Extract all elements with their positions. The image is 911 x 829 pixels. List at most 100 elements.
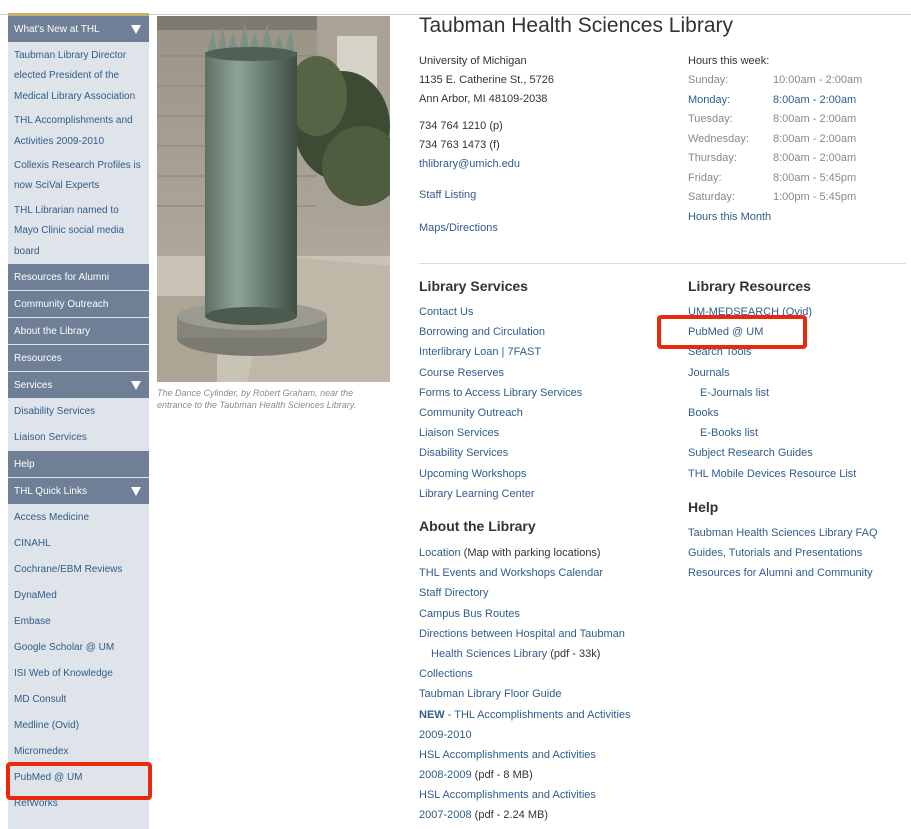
directions-link[interactable]: Directions between Hospital and Taubman [419,624,631,644]
quick-link[interactable]: Embase [8,609,149,635]
hours-time: 8:00am - 2:00am [773,93,857,106]
triangle-down-icon[interactable] [131,381,141,391]
research-guides-link[interactable]: Subject Research Guides [688,443,856,463]
news-link[interactable]: Taubman Library Director [8,46,149,66]
quick-link[interactable]: Access Medicine [8,505,149,531]
about-row: 2007-2008 (pdf - 2.24 MB) [419,805,631,825]
hours-heading: Hours this week: [688,55,770,67]
quick-link[interactable]: Cochrane/EBM Reviews [8,557,149,583]
dance-cylinder-image [157,16,390,382]
about-library-list: Location (Map with parking locations) TH… [419,543,631,826]
quick-link[interactable]: CINAHL [8,531,149,557]
triangle-down-icon[interactable] [131,25,141,34]
news-link[interactable]: Mayo Clinic social media [8,221,149,241]
quick-link[interactable]: DynaMed [8,583,149,609]
sidebar-heading-quick-links[interactable]: THL Quick Links [8,478,149,506]
staff-listing-link[interactable]: Staff Listing [419,186,554,205]
hsl-year-link[interactable]: 2007-2008 [419,809,472,821]
collections-link[interactable]: Collections [419,664,631,684]
help-heading: Help [688,499,719,515]
sidebar-heading-label: About the Library [14,326,91,338]
hsl-accomplishments-link[interactable]: HSL Accomplishments and Activities [419,785,631,805]
service-link[interactable]: Forms to Access Library Services [419,383,582,403]
news-link[interactable]: THL Accomplishments and [8,111,149,131]
contact-org: University of Michigan [419,55,527,67]
contact-city: Ann Arbor, MI 48109-2038 [419,93,548,105]
hours-row: Saturday: 1:00pm - 5:45pm [688,188,898,208]
sidebar-item-about-library[interactable]: About the Library [8,318,149,346]
sidebar-item-help[interactable]: Help [8,451,149,479]
about-row: Location (Map with parking locations) [419,543,631,563]
sidebar-heading-label: THL Quick Links [14,486,87,498]
ejournals-link[interactable]: E-Journals list [688,383,856,403]
service-link[interactable]: Library Learning Center [419,484,582,504]
thl-accomplishments-year-link[interactable]: 2009-2010 [419,725,631,745]
sidebar-heading-whats-new[interactable]: What's New at THL [8,16,149,43]
hours-day: Monday: [688,93,731,106]
hours-day: Sunday: [688,74,729,86]
news-link[interactable]: now SciVal Experts [8,176,149,196]
news-link[interactable]: Collexis Research Profiles is [8,156,149,176]
faq-link[interactable]: Taubman Health Sciences Library FAQ [688,523,878,543]
ebooks-link[interactable]: E-Books list [688,423,856,443]
sidebar-item-liaison[interactable]: Liaison Services [8,425,149,451]
quick-link[interactable]: Medline (Ovid) [8,713,149,739]
library-resources-heading: Library Resources [688,278,811,294]
quick-link[interactable]: MD Consult [8,687,149,713]
location-link[interactable]: Location [419,547,461,559]
hours-time: 8:00am - 5:45pm [773,171,857,184]
staff-directory-link[interactable]: Staff Directory [419,583,631,603]
news-link[interactable]: Medical Library Association [8,87,149,107]
sidebar-heading-label: What's New at THL [14,24,100,35]
contact-email-link[interactable]: thlibrary@umich.edu [419,155,554,174]
guides-tutorials-link[interactable]: Guides, Tutorials and Presentations [688,543,878,563]
caption-line: entrance to the Taubman Health Sciences … [157,400,357,410]
sidebar-heading-label: Resources for Alumni [14,272,110,284]
hours-time: 1:00pm - 5:45pm [773,191,857,203]
journals-link[interactable]: Journals [688,363,856,383]
about-row: Health Sciences Library (pdf - 33k) [419,644,631,664]
service-link[interactable]: Community Outreach [419,403,582,423]
service-link[interactable]: Upcoming Workshops [419,464,582,484]
floor-guide-link[interactable]: Taubman Library Floor Guide [419,684,631,704]
directions-link[interactable]: Health Sciences Library [431,648,547,660]
news-link[interactable]: THL Librarian named to [8,201,149,221]
sidebar-heading-label: Resources [14,353,62,365]
hours-month-link[interactable]: Hours this Month [688,208,898,227]
service-link[interactable]: Contact Us [419,302,582,322]
service-link[interactable]: Disability Services [419,443,582,463]
maps-directions-link[interactable]: Maps/Directions [419,219,554,238]
service-link[interactable]: Interlibrary Loan | 7FAST [419,342,582,362]
sidebar-item-resources-alumni[interactable]: Resources for Alumni [8,264,149,292]
contact-fax: 734 763 1473 (f) [419,139,500,151]
hours-row: Wednesday: 8:00am - 2:00am [688,130,898,150]
photo-caption: The Dance Cylinder, by Robert Graham, ne… [157,387,397,411]
hsl-accomplishments-link[interactable]: HSL Accomplishments and Activities [419,745,631,765]
service-link[interactable]: Course Reserves [419,363,582,383]
thl-accomplishments-link[interactable]: - THL Accomplishments and Activities [445,709,631,721]
service-link[interactable]: Borrowing and Circulation [419,322,582,342]
quick-link[interactable]: Google Scholar @ UM [8,635,149,661]
hours-time: 10:00am - 2:00am [773,74,863,86]
events-calendar-link[interactable]: THL Events and Workshops Calendar [419,563,631,583]
hours-time: 8:00am - 2:00am [773,132,857,145]
hours-day: Saturday: [688,191,736,203]
highlight-box-pubmed-sidebar [6,762,152,800]
sidebar-item-community-outreach[interactable]: Community Outreach [8,291,149,319]
news-link[interactable]: board [8,242,149,262]
mobile-resources-link[interactable]: THL Mobile Devices Resource List [688,464,856,484]
news-link[interactable]: Activities 2009-2010 [8,132,149,152]
sidebar-heading-services[interactable]: Services [8,372,149,400]
alumni-resources-link[interactable]: Resources for Alumni and Community [688,563,878,583]
quick-link[interactable]: ISI Web of Knowledge [8,661,149,687]
sidebar-item-resources[interactable]: Resources [8,345,149,373]
hsl-year-link[interactable]: 2008-2009 [419,769,472,781]
books-link[interactable]: Books [688,403,856,423]
hours-block: Hours this week: Sunday: 10:00am - 2:00am… [688,52,898,227]
sidebar-item-disability[interactable]: Disability Services [8,399,149,425]
bus-routes-link[interactable]: Campus Bus Routes [419,604,631,624]
triangle-down-icon[interactable] [131,487,141,497]
news-link[interactable]: elected President of the [8,66,149,86]
sidebar: What's New at THL Taubman Library Direct… [8,16,149,829]
service-link[interactable]: Liaison Services [419,423,582,443]
